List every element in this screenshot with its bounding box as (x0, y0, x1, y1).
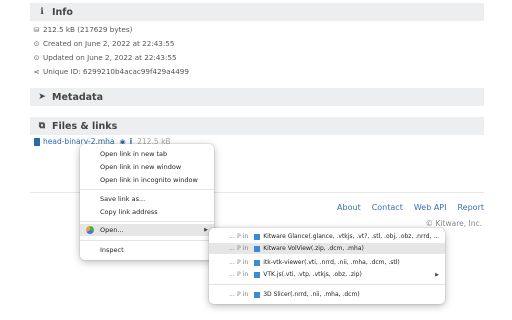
metadata-title: Metadata (52, 91, 104, 103)
menu-separator (80, 240, 214, 241)
share-icon: ⋖ (33, 67, 40, 76)
app-icon (254, 259, 261, 266)
submenu-vtkjs[interactable]: ... ℙ in VTK.js(.vti, .vtp, .vtkjs, .obz… (209, 269, 445, 280)
info-size: ⛁ 212.5 kB (217629 bytes) (33, 25, 133, 34)
menu-separator (80, 189, 214, 190)
info-title: Info (52, 6, 73, 18)
menu-open-new-tab[interactable]: Open link in new tab (80, 148, 214, 159)
tag-icon: ➤ (38, 92, 46, 102)
files-icon: ⧉ (38, 121, 46, 131)
metadata-section-header[interactable]: ➤ Metadata (30, 88, 484, 106)
clock-icon: ⊙ (33, 53, 40, 62)
app-icon (254, 245, 261, 252)
info-unique-id: ⋖ Unique ID: 6299210b4acac99f429a4499 (33, 67, 189, 76)
submenu-3d-slicer[interactable]: ... ℙ in 3D Slicer(.nrrd, .nii, .mha, .d… (209, 289, 445, 300)
submenu-separator (209, 284, 445, 285)
app-launcher-icon (86, 226, 94, 234)
menu-open-new-window[interactable]: Open link in new window (80, 161, 214, 172)
footer-link-report[interactable]: Report (457, 203, 484, 212)
footer-link-web-api[interactable]: Web API (414, 203, 447, 212)
menu-save-link[interactable]: Save link as... (80, 193, 214, 204)
info-updated: ⊙ Updated on June 2, 2022 at 22:43:55 (33, 53, 177, 62)
footer-link-contact[interactable]: Contact (372, 203, 403, 212)
menu-open-incognito[interactable]: Open link in incognito window (80, 174, 214, 185)
app-icon (254, 271, 261, 278)
app-icon (254, 291, 261, 298)
clock-icon: ⊙ (33, 39, 40, 48)
files-title: Files & links (52, 120, 118, 132)
chevron-right-icon: ▶ (204, 227, 208, 233)
info-section-header: ℹ Info (30, 3, 484, 21)
storage-icon: ⛁ (33, 25, 40, 34)
info-icon: ℹ (40, 7, 44, 17)
menu-copy-link[interactable]: Copy link address (80, 206, 214, 217)
menu-open-with[interactable]: Open... ▶ (80, 224, 214, 236)
open-with-submenu: ... ℙ in Kitware Glance(.glance, .vtkjs,… (209, 228, 445, 304)
menu-inspect[interactable]: Inspect (80, 244, 214, 255)
context-menu: Open link in new tab Open link in new wi… (80, 144, 214, 260)
copyright: © Kitware, Inc. (425, 219, 482, 228)
footer-links: About Contact Web API Report (337, 203, 484, 212)
app-icon (254, 233, 261, 240)
menu-separator (80, 221, 214, 222)
submenu-itk-vtk-viewer[interactable]: ... ℙ in itk-vtk-viewer(.vti, .nrrd, .ni… (209, 257, 445, 268)
footer-link-about[interactable]: About (337, 203, 361, 212)
chevron-right-icon: ▶ (435, 271, 439, 278)
menu-open-with-label: Open... (100, 226, 124, 234)
files-section-header: ⧉ Files & links (30, 117, 484, 135)
file-icon (34, 137, 40, 146)
submenu-kitware-glance[interactable]: ... ℙ in Kitware Glance(.glance, .vtkjs,… (209, 231, 445, 242)
submenu-kitware-volview[interactable]: ... ℙ in Kitware VolView(.zip, .dcm, .mh… (209, 243, 445, 254)
info-created: ⊙ Created on June 2, 2022 at 22:43:55 (33, 39, 175, 48)
